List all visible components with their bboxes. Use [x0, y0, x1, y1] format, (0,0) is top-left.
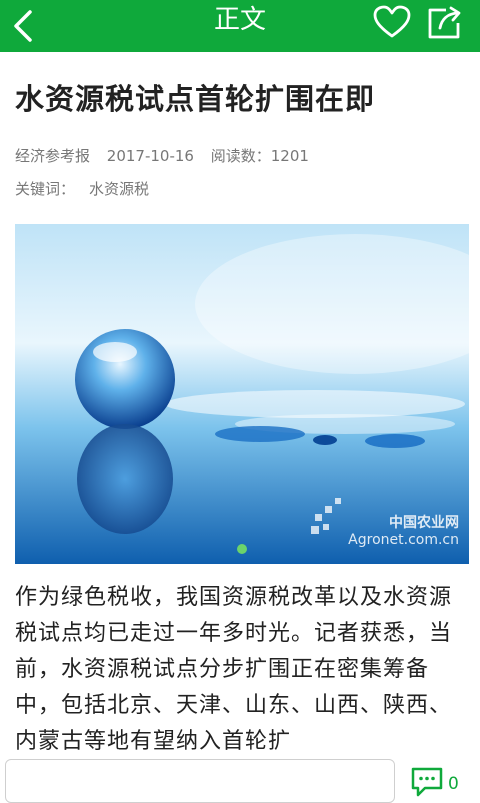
keyword-tag[interactable]: 水资源税: [89, 180, 149, 198]
heart-icon[interactable]: [372, 4, 412, 40]
article-keywords: 关键词： 水资源税: [15, 178, 149, 199]
article-image[interactable]: 中国农业网 Agronet.com.cn: [15, 224, 469, 564]
comment-count: 0: [448, 774, 459, 794]
share-icon[interactable]: [424, 4, 464, 40]
keywords-label: 关键词：: [15, 180, 76, 198]
article-meta: 经济参考报 2017-10-16 阅读数：1201: [15, 145, 321, 166]
comment-icon[interactable]: [410, 766, 444, 798]
top-app-bar: 正文: [0, 0, 480, 52]
article-source: 经济参考报: [15, 147, 91, 165]
article-date: 2017-10-16: [106, 147, 194, 165]
read-count: 阅读数：1201: [210, 147, 309, 165]
image-watermark: 中国农业网 Agronet.com.cn: [348, 515, 459, 548]
article-headline: 水资源税试点首轮扩围在即: [15, 82, 376, 116]
comment-bar: 0: [0, 752, 480, 803]
carousel-indicator-dot: [237, 544, 247, 554]
article-body: 作为绿色税收，我国资源税改革以及水资源税试点均已走过一年多时光。记者获悉，当前，…: [15, 585, 453, 752]
comment-input[interactable]: [5, 759, 395, 803]
